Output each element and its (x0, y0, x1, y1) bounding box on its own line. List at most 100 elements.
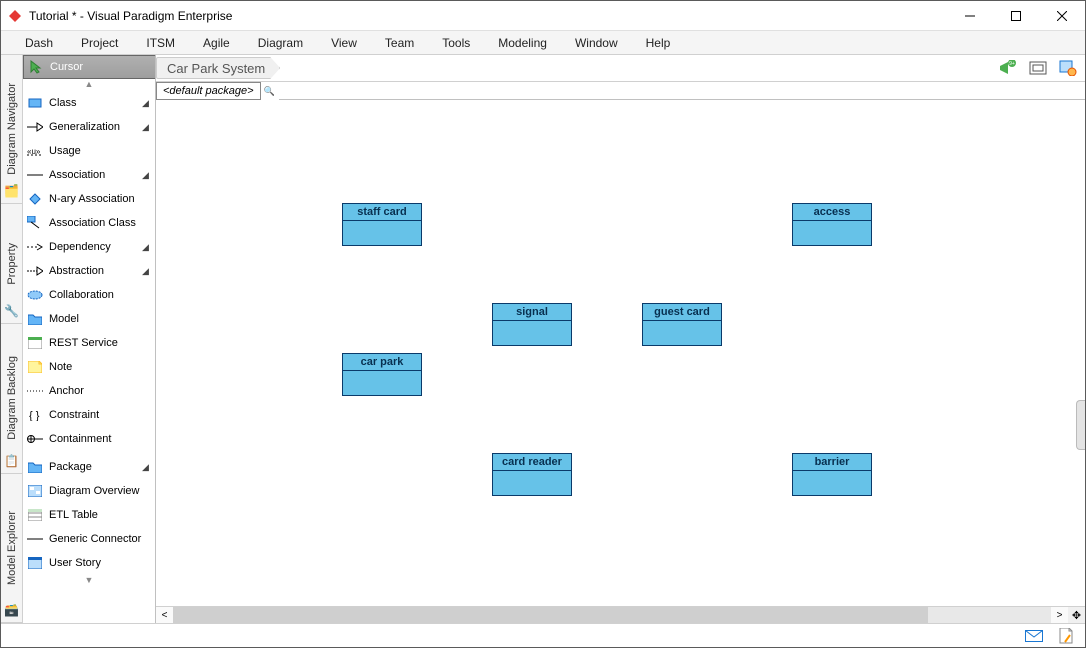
scroll-left-button[interactable]: < (156, 607, 173, 623)
palette-item-label: Generalization (49, 121, 136, 133)
palette-item-generic-connector[interactable]: Generic Connector (23, 527, 155, 551)
horizontal-scrollbar[interactable]: < > ✥ (156, 606, 1085, 623)
menu-agile[interactable]: Agile (189, 32, 244, 54)
palette-collapse-icon[interactable]: ▲ (23, 79, 155, 91)
palette-item-note[interactable]: Note (23, 355, 155, 379)
palette-item-cursor[interactable]: Cursor (23, 55, 155, 79)
menu-project[interactable]: Project (67, 32, 132, 54)
diagram-navigator-icon: 🗂️ (4, 184, 20, 200)
palette-more-icon[interactable]: ▼ (23, 575, 155, 587)
expand-arrow-icon: ◢ (142, 266, 150, 277)
folder-icon (27, 459, 43, 475)
palette-item-label: Association Class (49, 217, 150, 229)
uml-class-guest-card[interactable]: guest card (642, 303, 722, 346)
menu-window[interactable]: Window (561, 32, 632, 54)
palette-item-class[interactable]: Class ◢ (23, 91, 155, 115)
abstract-icon (27, 263, 43, 279)
search-icon[interactable]: 🔍 (261, 82, 279, 100)
menu-tools[interactable]: Tools (428, 32, 484, 54)
minimize-button[interactable] (947, 1, 993, 31)
uml-class-staff-card[interactable]: staff card (342, 203, 422, 246)
package-bar: <default package> 🔍 (156, 82, 1085, 100)
palette-item-containment[interactable]: Containment (23, 427, 155, 451)
palette-item-label: Collaboration (49, 289, 150, 301)
palette-item-label: Diagram Overview (49, 485, 150, 497)
palette-item-label: Model (49, 313, 150, 325)
palette-item-n-ary-association[interactable]: N-ary Association (23, 187, 155, 211)
diagram-canvas[interactable]: staff card access signal guest card car park… (156, 100, 1085, 606)
tab-diagram-navigator[interactable]: Diagram Navigator 🗂️ (1, 55, 22, 204)
cursor-icon (28, 59, 44, 75)
palette-item-package[interactable]: Package◢ (23, 455, 155, 479)
menu-help[interactable]: Help (632, 32, 685, 54)
package-chip[interactable]: <default package> (156, 82, 261, 100)
breadcrumb-chip[interactable]: Car Park System (156, 57, 280, 79)
close-button[interactable] (1039, 1, 1085, 31)
etl-icon (27, 507, 43, 523)
right-expand-grip[interactable] (1076, 400, 1085, 450)
palette-item-etl-table[interactable]: ETL Table (23, 503, 155, 527)
folder-icon (27, 311, 43, 327)
uml-class-car-park[interactable]: car park (342, 353, 422, 396)
menu-diagram[interactable]: Diagram (244, 32, 317, 54)
uml-class-signal[interactable]: signal (492, 303, 572, 346)
palette-item-dependency[interactable]: Dependency◢ (23, 235, 155, 259)
svg-text:«u»: «u» (27, 147, 41, 156)
palette-item-label: Usage (49, 145, 150, 157)
palette-item-label: N-ary Association (49, 193, 150, 205)
uml-class-access[interactable]: access (792, 203, 872, 246)
line-icon (27, 167, 43, 183)
palette-item-constraint[interactable]: { }Constraint (23, 403, 155, 427)
scroll-thumb[interactable] (173, 607, 928, 623)
scroll-track[interactable] (173, 607, 1051, 623)
palette-item-label: Abstraction (49, 265, 136, 277)
expand-arrow-icon: ◢ (142, 122, 150, 133)
palette-item-collaboration[interactable]: Collaboration (23, 283, 155, 307)
palette-item-generalization[interactable]: Generalization ◢ (23, 115, 155, 139)
uml-class-body (793, 221, 871, 245)
uml-class-body (493, 321, 571, 345)
uml-class-card-reader[interactable]: card reader (492, 453, 572, 496)
announce-icon[interactable]: 9+ (995, 57, 1021, 79)
palette-item-diagram-overview[interactable]: Diagram Overview (23, 479, 155, 503)
palette-item-rest-service[interactable]: REST Service (23, 331, 155, 355)
pan-grip-icon[interactable]: ✥ (1068, 607, 1085, 623)
menu-team[interactable]: Team (371, 32, 428, 54)
tab-model-explorer[interactable]: Model Explorer 🗃️ (1, 474, 22, 623)
expand-arrow-icon: ◢ (142, 98, 150, 109)
usage-icon: «u» (27, 143, 43, 159)
maximize-button[interactable] (993, 1, 1039, 31)
palette-item-label: Anchor (49, 385, 150, 397)
fit-window-icon[interactable] (1025, 57, 1051, 79)
uml-class-name: signal (493, 304, 571, 321)
palette-item-label: ETL Table (49, 509, 150, 521)
palette-item-user-story[interactable]: User Story (23, 551, 155, 575)
cloud-icon (27, 287, 43, 303)
resource-catalog-icon[interactable] (1055, 57, 1081, 79)
palette-item-abstraction[interactable]: Abstraction ◢ (23, 259, 155, 283)
titlebar: Tutorial * - Visual Paradigm Enterprise (1, 1, 1085, 31)
diagram-region: Car Park System 9+ <default package> � (156, 55, 1085, 623)
palette-item-model[interactable]: Model (23, 307, 155, 331)
scroll-right-button[interactable]: > (1051, 607, 1068, 623)
tab-property[interactable]: Property 🔧 (1, 204, 22, 324)
palette-item-label: Class (49, 97, 136, 109)
menubar: Dash Project ITSM Agile Diagram View Tea… (1, 31, 1085, 55)
uml-class-name: staff card (343, 204, 421, 221)
doc-icon[interactable] (1057, 627, 1075, 645)
uml-class-body (343, 221, 421, 245)
mail-icon[interactable] (1025, 627, 1043, 645)
dotline-icon (27, 383, 43, 399)
uml-class-barrier[interactable]: barrier (792, 453, 872, 496)
menu-dash[interactable]: Dash (11, 32, 67, 54)
palette-item-association[interactable]: Association◢ (23, 163, 155, 187)
menu-modeling[interactable]: Modeling (484, 32, 561, 54)
palette-item-anchor[interactable]: Anchor (23, 379, 155, 403)
palette-item-association-class[interactable]: Association Class (23, 211, 155, 235)
app-logo-icon (7, 8, 23, 24)
tab-diagram-backlog[interactable]: Diagram Backlog 📋 (1, 324, 22, 473)
menu-itsm[interactable]: ITSM (132, 32, 189, 54)
palette-item-usage[interactable]: «u» Usage (23, 139, 155, 163)
uml-class-name: barrier (793, 454, 871, 471)
menu-view[interactable]: View (317, 32, 371, 54)
